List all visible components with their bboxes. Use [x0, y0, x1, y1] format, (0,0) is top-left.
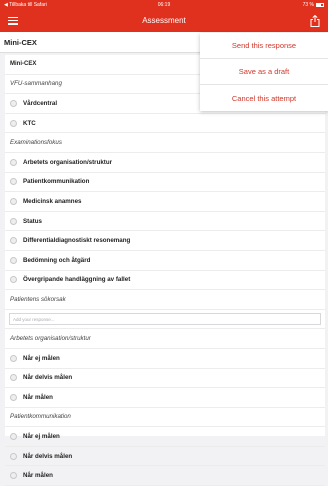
option-label: Når målen — [23, 393, 53, 401]
option-label: Differentialdiagnostiskt resonemang — [23, 237, 131, 245]
radio-option[interactable]: Når ej målen — [5, 349, 325, 369]
radio-icon[interactable] — [10, 256, 17, 264]
option-label: Når delvis målen — [23, 374, 73, 382]
share-icon[interactable] — [310, 14, 320, 27]
radio-icon[interactable] — [10, 217, 17, 225]
save-draft-button[interactable]: Save as a draft — [200, 59, 328, 85]
radio-icon[interactable] — [10, 374, 17, 382]
option-label: Medicinsk anamnes — [23, 197, 82, 205]
radio-option[interactable]: Når målen — [5, 388, 325, 408]
radio-option[interactable]: Når ej målen — [5, 427, 325, 447]
radio-icon[interactable] — [10, 393, 17, 401]
option-label: Når delvis målen — [23, 452, 73, 460]
response-row: Add your response... — [5, 310, 325, 330]
option-label: Når ej målen — [23, 354, 60, 362]
option-label: Bedömning och åtgärd — [23, 256, 91, 264]
response-input[interactable]: Add your response... — [9, 313, 321, 326]
radio-icon[interactable] — [10, 472, 17, 480]
option-label: Når ej målen — [23, 433, 60, 441]
option-label: KTC — [23, 119, 36, 127]
section-header: Patientens sökorsak — [5, 290, 325, 310]
radio-option[interactable]: Når delvis målen — [5, 369, 325, 389]
radio-icon[interactable] — [10, 158, 17, 166]
radio-icon[interactable] — [10, 276, 17, 284]
option-label: Status — [23, 217, 42, 225]
option-label: Arbetets organisation/struktur — [23, 158, 113, 166]
nav-title: Assessment — [142, 16, 186, 25]
radio-icon[interactable] — [10, 178, 17, 186]
radio-option[interactable]: Medicinsk anamnes — [5, 192, 325, 212]
section-header: Patientkommunikation — [5, 408, 325, 428]
nav-bar: Assessment — [0, 9, 328, 32]
status-bar: ◀ Tillbaka till Safari 06:19 73 % — [0, 0, 328, 9]
radio-icon[interactable] — [10, 119, 17, 127]
battery-icon — [316, 2, 324, 7]
radio-option[interactable]: Når delvis målen — [5, 447, 325, 467]
radio-icon[interactable] — [10, 99, 17, 107]
back-to-safari-link[interactable]: ◀ Tillbaka till Safari — [4, 2, 47, 8]
radio-option[interactable]: Patientkommunikation — [5, 173, 325, 193]
option-label: Vårdcentral — [23, 99, 58, 107]
battery-indicator: 73 % — [303, 2, 324, 8]
section-header: Examinationsfokus — [5, 133, 325, 153]
radio-icon[interactable] — [10, 237, 17, 245]
subheader-title: Mini-CEX — [4, 37, 37, 47]
action-menu: Send this response Save as a draft Cance… — [200, 33, 328, 111]
battery-percent: 73 % — [302, 1, 314, 8]
section-header: Arbetets organisation/struktur — [5, 329, 325, 349]
option-label: Når målen — [23, 472, 53, 480]
radio-icon[interactable] — [10, 354, 17, 362]
radio-option[interactable]: Övergripande handläggning av fallet — [5, 271, 325, 291]
radio-icon[interactable] — [10, 433, 17, 441]
radio-option[interactable]: KTC — [5, 114, 325, 134]
menu-icon[interactable] — [8, 16, 18, 25]
radio-option[interactable]: Bedömning och åtgärd — [5, 251, 325, 271]
radio-icon[interactable] — [10, 197, 17, 205]
status-time: 06:19 — [157, 1, 171, 8]
radio-option[interactable]: Arbetets organisation/struktur — [5, 153, 325, 173]
send-response-button[interactable]: Send this response — [200, 33, 328, 59]
option-label: Patientkommunikation — [23, 178, 90, 186]
radio-icon[interactable] — [10, 452, 17, 460]
radio-option[interactable]: Når målen — [5, 466, 325, 486]
option-label: Övergripande handläggning av fallet — [23, 276, 131, 284]
form-content: Mini-CEX VFU-sammanhang Vårdcentral KTC … — [5, 55, 325, 486]
radio-option[interactable]: Status — [5, 212, 325, 232]
radio-option[interactable]: Differentialdiagnostiskt resonemang — [5, 231, 325, 251]
cancel-attempt-button[interactable]: Cancel this attempt — [200, 85, 328, 111]
